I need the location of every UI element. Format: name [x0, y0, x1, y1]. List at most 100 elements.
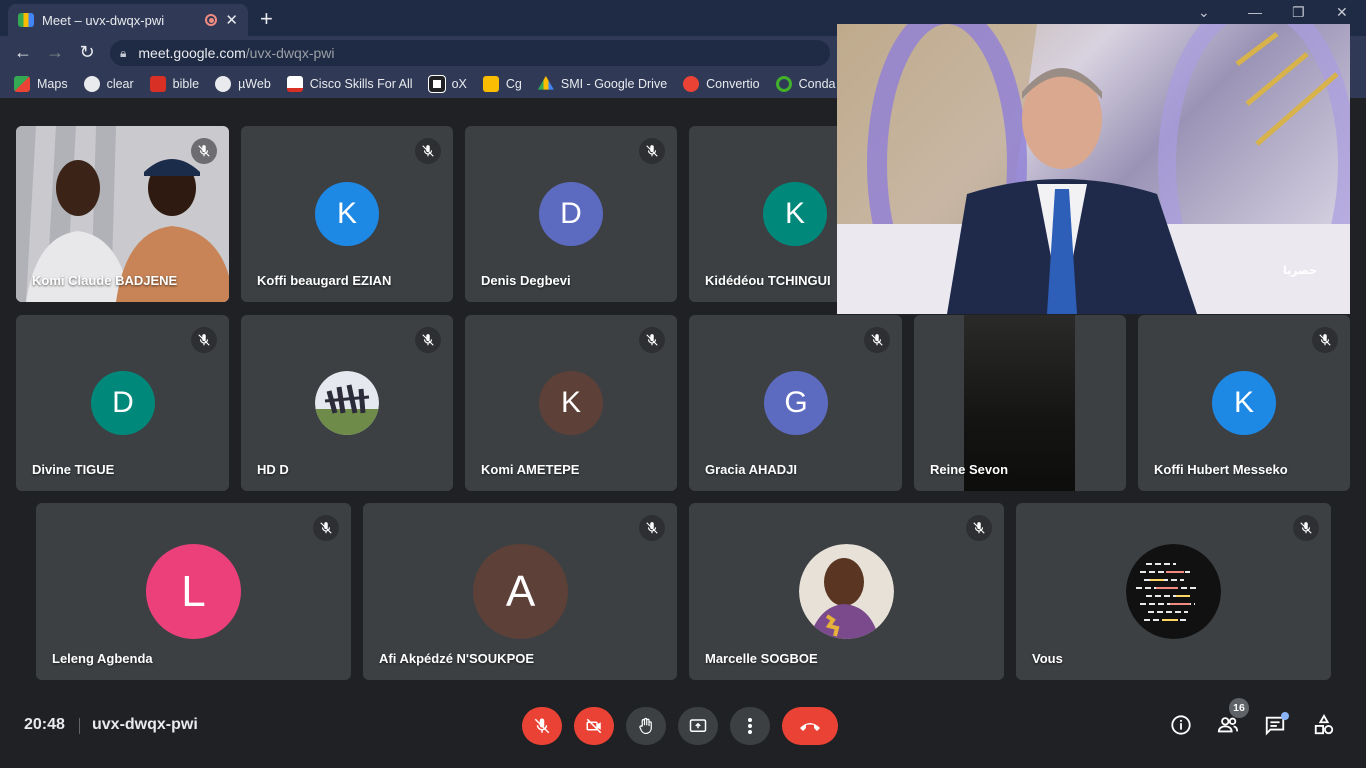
participant-name: Marcelle SOGBOE [705, 651, 818, 666]
url-text: meet.google.com/uvx-dwqx-pwi [138, 45, 334, 61]
participant-tile[interactable]: K Komi AMETEPE [465, 315, 677, 491]
participant-tile[interactable]: K Koffi beaugard EZIAN [241, 126, 453, 302]
raise-hand-button[interactable] [626, 707, 666, 745]
participant-avatar: D [91, 371, 155, 435]
lock-icon: 🔒︎ [120, 45, 127, 60]
bookmark-ox[interactable]: oX [427, 75, 467, 93]
tv-broadcast-frame [837, 24, 1350, 314]
bookmark-clear[interactable]: clear [83, 76, 134, 92]
participant-tile[interactable]: Marcelle SOGBOE [689, 503, 1004, 680]
participant-avatar: A [473, 544, 568, 639]
participant-tile[interactable]: Komi Claude BADJENE [16, 126, 229, 302]
activities-button[interactable] [1309, 710, 1339, 740]
divider [79, 718, 80, 734]
mic-off-icon [639, 515, 665, 541]
bookmark-smi-drive[interactable]: SMI - Google Drive [537, 76, 667, 92]
participant-tile[interactable]: L Leleng Agbenda [36, 503, 351, 680]
participant-name: Komi AMETEPE [481, 462, 580, 477]
browser-tab-meet[interactable]: Meet – uvx-dwqx-pwi ✕ [8, 4, 248, 36]
bookmark-label: bible [172, 77, 200, 91]
mic-off-icon [639, 138, 665, 164]
bookmark-label: clear [106, 77, 134, 91]
hang-up-icon [800, 723, 820, 731]
mic-off-icon [534, 718, 550, 734]
reload-icon[interactable]: ↻ [76, 42, 98, 63]
info-icon [1171, 715, 1191, 735]
ox-icon [427, 75, 446, 93]
minimize-window-icon[interactable]: — [1248, 4, 1262, 20]
participant-avatar: G [764, 371, 828, 435]
close-window-icon[interactable]: ✕ [1336, 4, 1348, 21]
bookmark-convertio[interactable]: Convertio [683, 76, 760, 92]
cisco-icon [286, 76, 303, 92]
bookmark-cg[interactable]: Cg [482, 76, 522, 92]
globe-icon [215, 76, 232, 92]
meeting-details-button[interactable] [1166, 710, 1196, 740]
address-bar[interactable]: 🔒︎ meet.google.com/uvx-dwqx-pwi [110, 40, 830, 66]
participant-name: Komi Claude BADJENE [32, 273, 178, 288]
participant-name: Reine Sevon [930, 462, 1009, 477]
participant-tile[interactable]: D Divine TIGUE [16, 315, 229, 491]
participant-tile[interactable]: D Denis Degbevi [465, 126, 677, 302]
participant-avatar: K [763, 182, 827, 246]
participant-name: Afi Akpédzé N'SOUKPOE [379, 651, 535, 666]
mic-off-icon [191, 138, 217, 164]
bookmark-conda[interactable]: Conda [775, 76, 836, 92]
mic-off-icon [639, 327, 665, 353]
participant-photo-avatar [315, 371, 379, 435]
bookmark-label: Cisco Skills For All [309, 77, 413, 91]
mic-off-icon [966, 515, 992, 541]
toggle-camera-button[interactable] [574, 707, 614, 745]
bookmark-label: Convertio [706, 77, 760, 91]
meeting-clock: 20:48 [24, 716, 65, 733]
more-vert-icon [748, 718, 752, 734]
bookmark-label: Cg [505, 77, 522, 91]
bookmark-cisco[interactable]: Cisco Skills For All [286, 76, 413, 92]
bookmark-uweb[interactable]: µWeb [215, 76, 271, 92]
mic-off-icon [313, 515, 339, 541]
bookmark-label: µWeb [238, 77, 271, 91]
restore-window-icon[interactable]: ❐ [1292, 4, 1305, 21]
participant-count-badge: 16 [1229, 698, 1249, 718]
url-path: /uvx-dwqx-pwi [245, 45, 335, 61]
mic-off-icon [1312, 327, 1338, 353]
meeting-code: uvx-dwqx-pwi [92, 716, 198, 733]
participant-tile[interactable]: Vous [1016, 503, 1331, 680]
new-tab-button[interactable]: + [260, 6, 273, 32]
forward-arrow-icon[interactable]: → [44, 42, 66, 63]
participant-avatar: K [315, 182, 379, 246]
mic-off-icon [864, 327, 890, 353]
participant-name: HD D [257, 462, 289, 477]
participant-tile[interactable]: K Koffi Hubert Messeko [1138, 315, 1350, 491]
mic-off-icon [191, 327, 217, 353]
bible-icon [149, 76, 166, 92]
participant-name: Koffi beaugard EZIAN [257, 273, 392, 288]
present-screen-button[interactable] [678, 707, 718, 745]
conda-icon [775, 76, 792, 92]
participant-tile[interactable]: G Gracia AHADJI [689, 315, 902, 491]
mic-off-icon [415, 327, 441, 353]
unread-chat-indicator [1281, 712, 1289, 720]
participant-avatar: L [146, 544, 241, 639]
participant-avatar: K [539, 371, 603, 435]
bookmark-bible[interactable]: bible [149, 76, 200, 92]
participant-name: Denis Degbevi [481, 273, 571, 288]
convertio-icon [683, 76, 700, 92]
participant-tile[interactable]: A Afi Akpédzé N'SOUKPOE [363, 503, 677, 680]
toggle-microphone-button[interactable] [522, 707, 562, 745]
bookmark-maps[interactable]: Maps [14, 76, 68, 92]
leave-call-button[interactable] [782, 707, 838, 745]
participant-tile[interactable]: Reine Sevon [914, 315, 1126, 491]
participant-photo-avatar [799, 544, 894, 639]
tab-search-chevron-icon[interactable]: ⌄ [1198, 4, 1210, 21]
participant-tile[interactable]: HD D [241, 315, 453, 491]
activities-icon [1314, 714, 1334, 735]
close-tab-icon[interactable]: ✕ [225, 11, 238, 29]
participant-avatar: K [1212, 371, 1276, 435]
bookmark-label: Conda [798, 77, 836, 91]
back-arrow-icon[interactable]: ← [12, 42, 34, 63]
mic-off-icon [415, 138, 441, 164]
mic-off-icon [1293, 515, 1319, 541]
more-options-button[interactable] [730, 707, 770, 745]
picture-in-picture-video[interactable]: حصريا [837, 24, 1350, 314]
